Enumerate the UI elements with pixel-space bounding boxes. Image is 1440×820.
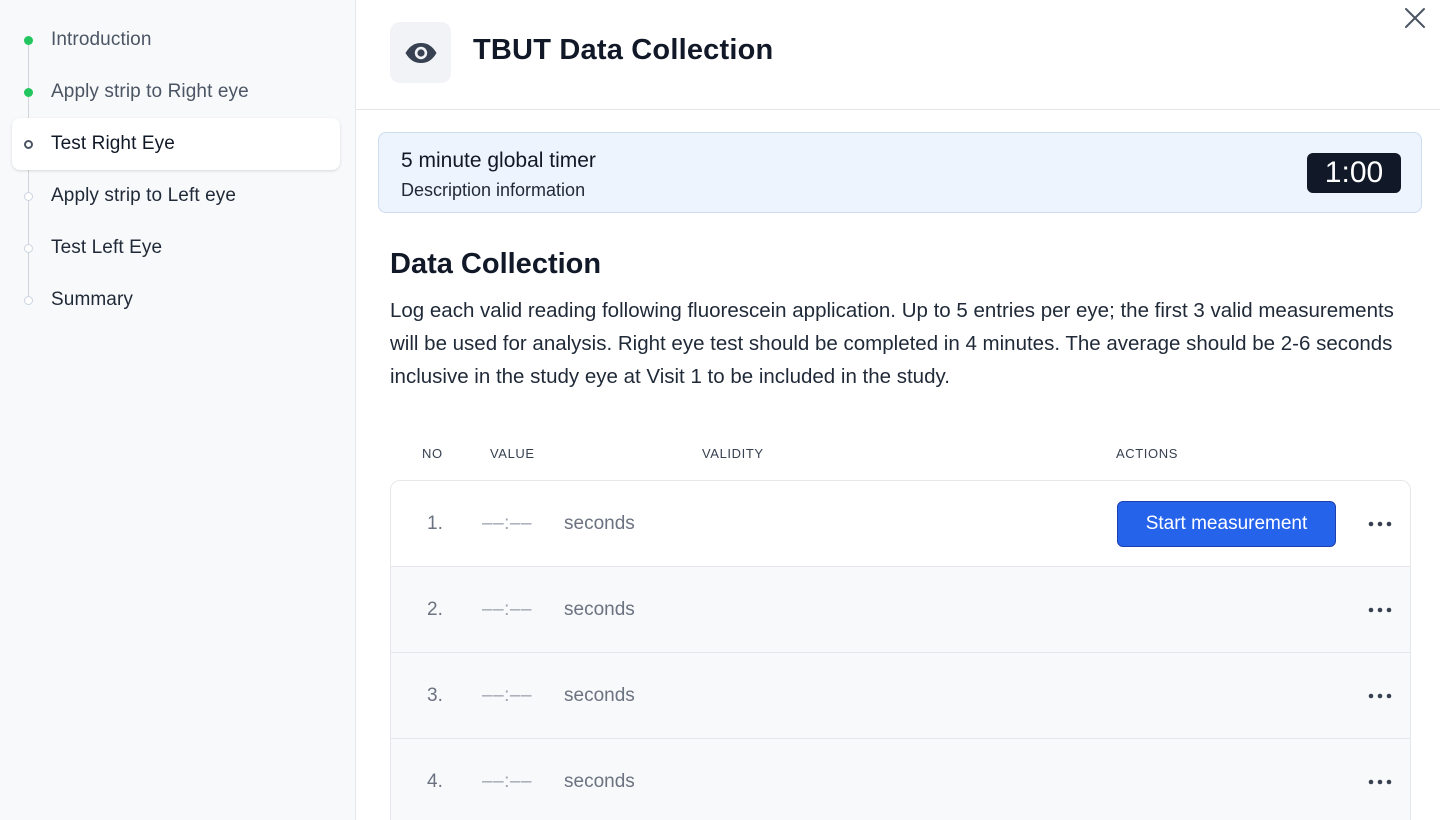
section-title: Data Collection [390,248,602,280]
more-options-icon[interactable] [1366,683,1394,709]
more-options-icon[interactable] [1366,597,1394,623]
timer-display: 1:00 [1307,153,1401,193]
table-row: 4. ––:–– seconds [391,739,1410,820]
step-current-dot [24,139,33,149]
column-header-actions: ACTIONS [1116,446,1178,461]
row-number: 2. [427,599,443,620]
measurement-value: ––:–– [482,599,533,620]
step-label: Test Left Eye [51,237,163,258]
step-label: Summary [51,289,133,310]
timer-description: Description information [401,180,586,200]
eye-icon-tile [390,22,451,83]
table-row: 1. ––:–– seconds Start measurement [391,481,1410,567]
page-header: TBUT Data Collection [356,0,1440,110]
step-label: Apply strip to Right eye [51,81,249,102]
step-complete-dot [24,35,33,45]
row-number: 1. [427,513,443,534]
step-complete-dot [24,87,33,97]
step-label: Test Right Eye [51,133,175,154]
step-pending-dot [24,243,33,253]
measurement-unit: seconds [564,685,635,706]
step-introduction[interactable]: Introduction [12,14,340,66]
global-timer-banner: 5 minute global timer Description inform… [378,132,1422,213]
more-options-icon[interactable] [1366,769,1394,795]
measurement-unit: seconds [564,771,635,792]
measurement-unit: seconds [564,599,635,620]
step-test-left-eye[interactable]: Test Left Eye [12,222,340,274]
close-icon[interactable] [1403,6,1427,30]
row-number: 4. [427,771,443,792]
row-number: 3. [427,685,443,706]
measurement-value: ––:–– [482,771,533,792]
table-row: 2. ––:–– seconds [391,567,1410,653]
step-apply-strip-left[interactable]: Apply strip to Left eye [12,170,340,222]
column-header-no: NO [422,446,443,461]
section-description: Log each valid reading following fluores… [390,299,1394,388]
measurement-unit: seconds [564,513,635,534]
table-row: 3. ––:–– seconds [391,653,1410,739]
page-title: TBUT Data Collection [473,34,774,66]
timer-title: 5 minute global timer [401,149,596,172]
step-apply-strip-right[interactable]: Apply strip to Right eye [12,66,340,118]
column-header-value: VALUE [490,446,535,461]
step-label: Apply strip to Left eye [51,185,237,206]
measurement-value: ––:–– [482,685,533,706]
column-header-validity: VALIDITY [702,446,764,461]
measurements-table: 1. ––:–– seconds Start measurement 2. ––… [390,480,1411,820]
more-options-icon[interactable] [1366,511,1394,537]
measurement-value: ––:–– [482,513,533,534]
step-summary[interactable]: Summary [12,274,340,326]
step-label: Introduction [51,29,152,50]
eye-icon [405,42,436,63]
step-pending-dot [24,295,33,305]
start-measurement-button[interactable]: Start measurement [1117,501,1336,547]
step-sidebar: Introduction Apply strip to Right eye Te… [0,0,356,820]
step-pending-dot [24,191,33,201]
step-test-right-eye[interactable]: Test Right Eye [12,118,340,170]
